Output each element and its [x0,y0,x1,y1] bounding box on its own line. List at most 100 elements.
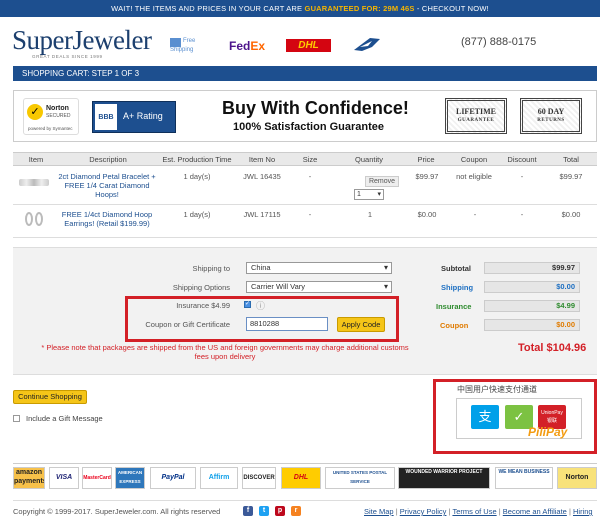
stamp2-line2: RETURNS [537,118,565,123]
norton-badge: Norton [557,467,597,489]
item-size: - [308,210,312,219]
col-item: Item [28,155,44,164]
truck-icon [170,38,181,47]
china-pay-title: 中国用户快速支付通道 [457,385,537,394]
fedex-logo: FedEx [229,38,265,54]
order-total: Total $104.96 [518,342,587,354]
item-coupon: not eligible [456,172,492,181]
col-coupon: Coupon [460,155,488,164]
gift-message-checkbox[interactable] [13,415,20,422]
ship-to-select[interactable]: China [246,262,392,274]
dhl-logo: DHL [286,39,331,52]
product-description[interactable]: 2ct Diamond Petal Bracelet + FREE 1/4 Ca… [57,172,157,199]
affirm-badge: Affirm [200,467,238,489]
quantity-select[interactable]: 1 [354,189,384,200]
alipay-icon[interactable]: 支 [471,405,499,429]
insurance-summary-label: Insurance [436,302,472,311]
hoop-earring-thumbnail[interactable] [25,212,33,226]
free-shipping-badge: Free Shipping [170,38,216,54]
logo-part1: Super [12,25,73,55]
hoop-earring-thumbnail[interactable] [35,212,43,226]
banner-timer: GUARANTEED FOR: 29M 46S [304,4,415,13]
confidence-subtitle: 100% Satisfaction Guarantee [233,121,385,133]
phone-number[interactable]: (877) 888-0175 [461,36,536,48]
footer-link-terms[interactable]: Terms of Use [452,507,496,516]
item-discount: - [520,210,524,219]
bbb-seal[interactable]: BBB A+ Rating [92,101,176,133]
col-total: Total [563,155,579,164]
production-time: 1 day(s) [183,172,211,181]
stamp2-line1: 60 DAY [537,107,565,116]
badges-divider [13,463,597,464]
help-icon[interactable]: ⓘ [256,299,265,312]
col-description: Description [89,155,127,164]
bbb-logo-icon: BBB [95,104,117,130]
twitter-icon[interactable]: t [259,506,269,516]
bracelet-thumbnail[interactable] [19,179,49,186]
dhl-badge: DHL [281,467,321,489]
footer-link-affiliate[interactable]: Become an Affiliate [503,507,567,516]
table-row: 2ct Diamond Petal Bracelet + FREE 1/4 Ca… [13,167,597,205]
shipping-options-select[interactable]: Carrier Will Vary [246,281,392,293]
shipping-note: * Please note that packages are shipped … [41,343,409,361]
coupon-label: Coupon or Gift Certificate [145,320,230,329]
copyright-text: Copyright © 1999-2017. SuperJeweler.com.… [13,507,221,516]
apply-code-button[interactable]: Apply Code [337,317,385,332]
subtotal-label: Subtotal [441,264,471,273]
table-row: FREE 1/4ct Diamond Hoop Earrings! (Retai… [13,206,597,238]
ship-to-label: Shipping to [192,264,230,273]
mastercard-badge: MasterCard [82,467,112,489]
subtotal-value: $99.97 [484,262,580,274]
lifetime-guarantee-stamp: LIFETIME GUARANTEE [445,98,507,134]
coupon-summary-label: Coupon [440,321,469,330]
cart-table-header: Item Description Est. Production Time It… [13,152,597,166]
col-price: Price [417,155,435,164]
footer-links: Site Map | Privacy Policy | Terms of Use… [364,507,593,516]
shipping-options-label: Shipping Options [172,283,230,292]
production-time: 1 day(s) [183,210,211,219]
logo-tagline: GREAT DEALS SINCE 1999 [32,54,103,59]
item-total: $99.97 [559,172,583,181]
logo-part2: Jeweler [72,25,152,55]
wounded-warrior-badge: WOUNDED WARRIOR PROJECT [398,467,490,489]
item-size: - [308,172,312,181]
fedex-fed: Fed [229,39,251,53]
col-item-no: Item No [248,155,276,164]
gift-message-label[interactable]: Include a Gift Message [26,414,103,423]
item-price: $0.00 [417,210,437,219]
item-number: JWL 17115 [243,210,281,219]
col-quantity: Quantity [355,155,383,164]
usps-eagle-icon [354,38,380,51]
norton-secured: SECURED [46,113,71,119]
insurance-checkbox[interactable]: ✓ [244,301,251,308]
shipping-summary-value: $0.00 [484,281,580,293]
remove-button[interactable]: Remove [365,176,399,187]
cart-step-title: SHOPPING CART: STEP 1 OF 3 [13,66,597,81]
discover-badge: DISCOVER [242,467,276,489]
pinterest-icon[interactable]: p [275,506,285,516]
footer-link-sitemap[interactable]: Site Map [364,507,394,516]
product-description[interactable]: FREE 1/4ct Diamond Hoop Earrings! (Retai… [57,210,157,228]
footer-link-privacy[interactable]: Privacy Policy [400,507,447,516]
paypal-badge: PayPal [150,467,196,489]
we-mean-business-badge: WE MEAN BUSINESS [495,467,553,489]
fedex-ex: Ex [250,39,266,53]
norton-powered: powered by Symantec [28,126,73,131]
col-discount: Discount [507,155,537,164]
facebook-icon[interactable]: f [243,506,253,516]
confidence-title: Buy With Confidence! [222,98,409,118]
item-discount: - [520,172,524,181]
item-number: JWL 16435 [243,172,281,181]
col-size: Size [302,155,318,164]
visa-badge: VISA [49,467,79,489]
site-logo[interactable]: SuperJeweler [12,25,152,56]
stamp1-line2: GUARANTEE [457,118,495,123]
rss-icon[interactable]: r [291,506,301,516]
banner-suffix: - CHECKOUT NOW! [414,4,489,13]
item-quantity: 1 [367,210,373,219]
continue-shopping-button[interactable]: Continue Shopping [13,390,87,404]
norton-seal[interactable]: ✓ Norton SECURED powered by Symantec [23,98,79,135]
amazon-payments-badge: amazon payments [13,467,45,489]
footer-link-hiring[interactable]: Hiring [573,507,593,516]
coupon-input[interactable]: 8810288 [246,317,328,331]
